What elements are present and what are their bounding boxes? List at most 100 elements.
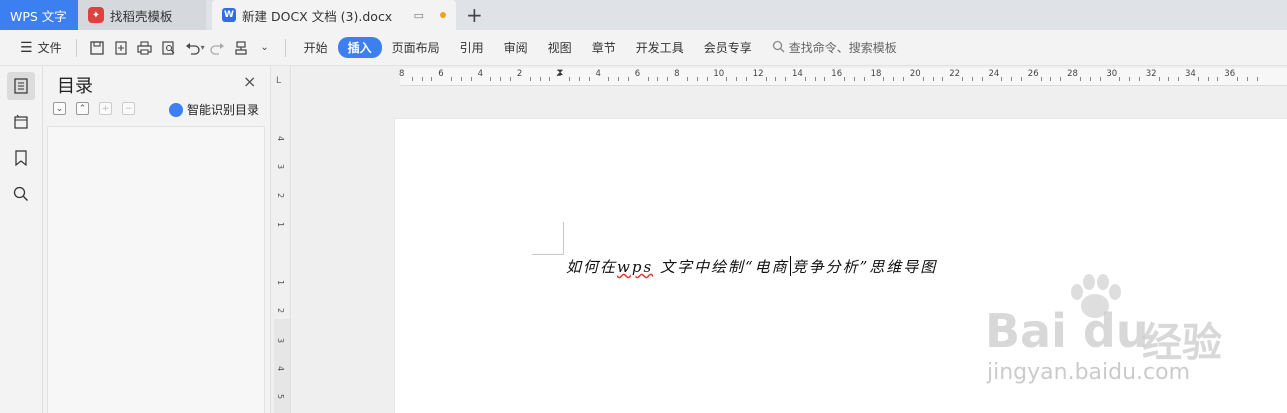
tab-document[interactable]: W 新建 DOCX 文档 (3).docx ▭: [212, 0, 456, 30]
hruler-tick: [470, 77, 472, 81]
menu-references[interactable]: 引用: [450, 37, 494, 58]
document-paragraph[interactable]: 如何在wps 文字中绘制“电商 竞争分析”思维导图: [566, 256, 937, 277]
hruler-label: 28: [1067, 69, 1078, 79]
hruler-label: 4: [595, 69, 601, 79]
vruler-label: 4: [276, 365, 286, 372]
hruler-tick: [765, 77, 767, 81]
menu-page-layout[interactable]: 页面布局: [382, 37, 450, 58]
save-icon[interactable]: [88, 39, 106, 57]
menu-view[interactable]: 视图: [538, 37, 582, 58]
hruler-tick: [853, 77, 855, 81]
hruler-label: 6: [438, 69, 444, 79]
hruler-tick: [490, 77, 492, 81]
hruler-tick: [510, 77, 512, 81]
hruler-tick: [647, 77, 649, 81]
hruler-tick: [893, 77, 895, 81]
format-painter-icon[interactable]: [232, 39, 250, 57]
hruler-tick: [932, 77, 934, 81]
hruler-tick: [1217, 77, 1219, 81]
hruler-tick: [804, 77, 806, 81]
hruler-tick: [686, 77, 688, 81]
menu-section[interactable]: 章节: [582, 37, 626, 58]
close-icon[interactable]: ×: [243, 72, 256, 91]
tab-stop-selector[interactable]: L: [276, 76, 281, 86]
menu-member[interactable]: 会员专享: [694, 37, 762, 58]
vruler-label: 4: [276, 135, 286, 142]
undo-dropdown-icon[interactable]: ▾: [201, 43, 205, 52]
file-menu-label: 文件: [37, 41, 62, 55]
hruler-tick: [903, 77, 905, 81]
smart-toc-label: 智能识别目录: [187, 103, 260, 117]
tab-bar: WPS 文字 ✦ 找稻壳模板 W 新建 DOCX 文档 (3).docx ▭ +: [0, 0, 1287, 30]
export-pdf-icon[interactable]: [112, 39, 130, 57]
search-placeholder: 查找命令、搜索模板: [788, 41, 897, 55]
menu-review[interactable]: 审阅: [494, 37, 538, 58]
navigation-pane-icon[interactable]: [7, 108, 35, 136]
hruler-tick: [971, 77, 973, 81]
hruler-label: 6: [634, 69, 641, 79]
vruler-label: 5: [276, 393, 286, 400]
menu-developer[interactable]: 开发工具: [626, 37, 694, 58]
hruler-tick: [883, 77, 885, 81]
redo-icon[interactable]: [208, 39, 226, 57]
hruler-tick: [1040, 77, 1042, 81]
hruler-tick: [785, 77, 787, 81]
monitor-icon[interactable]: ▭: [414, 9, 424, 22]
toolbar-separator: [284, 38, 286, 57]
toc-panel-icon[interactable]: [7, 72, 35, 100]
more-chevron-icon[interactable]: ⌄: [256, 39, 274, 57]
hruler-label: 22: [949, 69, 961, 79]
hruler-tick: [460, 77, 462, 81]
hruler-label: 10: [713, 69, 725, 79]
hruler-label: 16: [831, 69, 843, 79]
toc-list[interactable]: [47, 126, 265, 413]
hruler-tick: [1050, 77, 1052, 81]
hruler-tick: [942, 77, 944, 81]
undo-icon[interactable]: [184, 39, 202, 57]
new-tab-plus-icon[interactable]: +: [456, 0, 493, 30]
hruler-label: 8: [674, 69, 680, 79]
tab-app-wps[interactable]: WPS 文字: [0, 0, 78, 30]
hruler-tick: [981, 77, 983, 81]
hruler-label: 4: [477, 69, 484, 79]
menu-insert[interactable]: 插入: [337, 37, 382, 58]
hruler-label: 26: [1027, 69, 1039, 79]
hruler-tick: [1079, 77, 1081, 81]
vruler-label: 2: [276, 307, 286, 314]
hruler-tick: [500, 77, 502, 81]
collapse-all-icon[interactable]: ⌃: [76, 102, 89, 115]
docer-logo-icon: ✦: [88, 7, 104, 23]
print-preview-icon[interactable]: [160, 39, 178, 57]
expand-all-icon[interactable]: ⌄: [53, 102, 66, 115]
menu-start[interactable]: 开始: [294, 37, 338, 58]
hruler-label: 8: [399, 69, 405, 79]
hruler-tick: [569, 77, 571, 81]
hruler-tick: [1197, 77, 1199, 81]
file-menu-button[interactable]: ☰ 文件: [14, 37, 68, 59]
find-icon[interactable]: [7, 180, 35, 208]
vruler-label: 1: [276, 221, 286, 228]
text-run: 文字中绘制“电商: [659, 258, 789, 276]
hruler-tick: [824, 77, 826, 81]
side-icon-strip: [0, 66, 43, 413]
hruler-tick: [1001, 77, 1003, 81]
smart-toc-button[interactable]: 智能识别目录: [169, 101, 259, 118]
hruler-label: 36: [1224, 69, 1236, 79]
hruler-tick: [863, 77, 865, 81]
hruler-label: 14: [792, 69, 803, 79]
horizontal-ruler[interactable]: ⧗ 8 6 4 2 2 4 6 8 10 12 14 16 18 20 22 24 26 28 30 32 34 36: [399, 68, 1287, 86]
hruler-label: 18: [870, 69, 882, 79]
remove-level-icon[interactable]: −: [122, 102, 135, 115]
vertical-ruler[interactable]: 4 3 2 1 1 2 3 4 5: [271, 66, 291, 413]
unsaved-dot-icon: [440, 12, 446, 18]
bookmark-icon[interactable]: [7, 144, 35, 172]
add-level-icon[interactable]: +: [99, 102, 112, 115]
text-run: 如何在: [566, 258, 618, 276]
hruler-tick: [578, 77, 580, 81]
toc-controls: ⌄ ⌃ + −: [53, 102, 135, 115]
search-icon: [772, 40, 785, 56]
command-search[interactable]: 查找命令、搜索模板: [772, 39, 897, 56]
tab-template[interactable]: ✦ 找稻壳模板: [78, 0, 206, 30]
hruler-label: 34: [1185, 69, 1196, 79]
print-icon[interactable]: [136, 39, 154, 57]
